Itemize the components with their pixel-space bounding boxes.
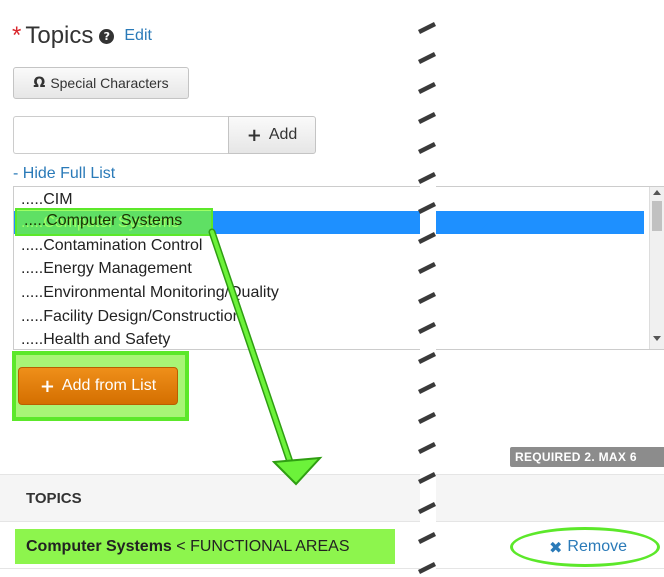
annotation-arrowhead (271, 456, 323, 486)
torn-notch-table (480, 478, 492, 506)
annotation-arrow (208, 228, 294, 466)
torn-notch (478, 218, 492, 234)
annotation-overlay (208, 0, 492, 577)
